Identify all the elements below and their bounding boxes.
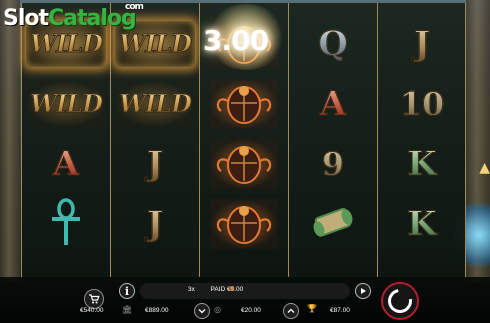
chevron-down-icon: [198, 309, 206, 314]
wild-label: WILD: [119, 29, 193, 59]
ankh-icon: [40, 197, 92, 251]
bet-decrease-button[interactable]: [194, 303, 210, 319]
card-symbol: J: [146, 144, 164, 185]
wild-symbol: WILD: [26, 80, 106, 127]
card-symbol: K: [407, 144, 438, 185]
scroll-icon: [307, 197, 359, 251]
watermark-logo: SlotCatalog com: [3, 3, 144, 31]
chevron-up-icon: [287, 308, 295, 313]
scarab-icon: [210, 139, 278, 190]
reel-symbol: J: [378, 16, 466, 71]
spin-button[interactable]: [381, 282, 419, 320]
reel-symbol: K: [378, 137, 466, 192]
wild-label: WILD: [30, 29, 104, 59]
left-pillar: [0, 0, 20, 283]
card-symbol: 9: [321, 145, 345, 184]
total-balance-value: €889.00: [145, 307, 169, 314]
card-symbol: A: [319, 83, 347, 124]
reel-symbol: [200, 76, 288, 131]
reel-symbol: 10: [378, 76, 466, 131]
info-icon: i: [124, 284, 130, 298]
wild-label: WILD: [30, 89, 104, 119]
scarab-mini-icon: ✺: [229, 285, 235, 293]
scarab-icon: [210, 199, 278, 250]
card-symbol: 10: [399, 84, 445, 123]
logo-catalog: Catalog: [48, 6, 137, 31]
win-info-paid: PAID €3.00: [210, 286, 244, 293]
wild-label: WILD: [119, 89, 193, 119]
spin-icon: [383, 284, 417, 318]
bet-increase-button[interactable]: [283, 303, 299, 319]
reel-4: QA 9: [288, 3, 377, 277]
reel-1: WILD WILD A: [21, 3, 110, 277]
reel-symbol: A: [289, 76, 377, 131]
reel-symbol: [200, 197, 288, 252]
reel-symbol: [200, 137, 288, 192]
reel-symbol: Q: [289, 16, 377, 71]
win-value: €87.00: [330, 307, 350, 314]
card-symbol: K: [407, 204, 438, 245]
logo-slot: Slot: [3, 6, 49, 31]
win-info-prefix: 3x: [188, 286, 195, 293]
balance-value: €540.00: [80, 307, 104, 314]
reel-2: WILD WILD J J: [110, 3, 199, 277]
logo-com: com: [125, 2, 144, 12]
card-symbol: Q: [318, 23, 349, 64]
trophy-icon: 🏆: [307, 304, 317, 313]
reel-symbol: 9: [289, 137, 377, 192]
scarab-icon: [210, 78, 278, 129]
autoplay-button[interactable]: [355, 283, 371, 299]
win-amount: 3.00: [203, 24, 269, 57]
info-button[interactable]: i: [119, 283, 135, 299]
bet-value: €20.00: [241, 307, 261, 314]
card-symbol: J: [146, 204, 164, 245]
win-info-panel: [140, 283, 350, 299]
reel-symbol: [289, 197, 377, 252]
reel-symbol: J: [111, 197, 199, 252]
reel-5: J 10 K K: [377, 3, 466, 277]
buy-bonus-button[interactable]: [84, 289, 104, 309]
reel-symbol: [22, 197, 110, 252]
wild-symbol: WILD: [115, 80, 195, 127]
pyramid-icon: ▲: [479, 160, 490, 176]
reel-symbol: J: [111, 137, 199, 192]
play-icon: [361, 288, 366, 294]
reel-symbol: WILD: [22, 76, 110, 131]
bank-icon: 🏛: [122, 305, 133, 314]
card-symbol: A: [52, 144, 80, 185]
reel-symbol: WILD: [111, 76, 199, 131]
cart-icon: [89, 294, 100, 304]
reel-symbol: A: [22, 137, 110, 192]
reel-symbol: K: [378, 197, 466, 252]
coin-icon: ◎: [214, 305, 221, 314]
card-symbol: J: [413, 23, 431, 64]
